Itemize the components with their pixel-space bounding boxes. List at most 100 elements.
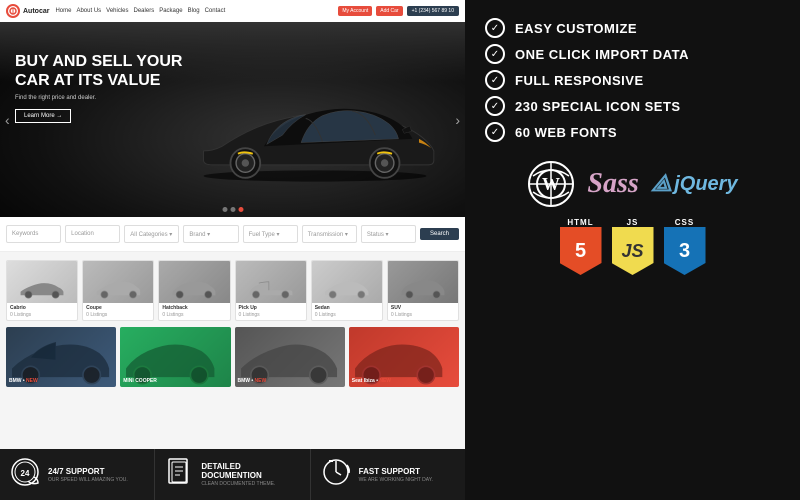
footer-support: 24 24/7 SUPPORT OUR SPEED WILL AMAZING Y… [0, 449, 155, 500]
css3-shield: 3 [664, 227, 706, 275]
fuel-field[interactable]: Fuel Type ▾ [243, 225, 298, 243]
hero-dot[interactable] [222, 207, 227, 212]
feature-label-3: 230 SPECIAL ICON SETS [515, 99, 681, 114]
hero-dot-active[interactable] [238, 207, 243, 212]
html5-badge: HTML 5 [560, 218, 602, 275]
nav-links: Home About Us Vehicles Dealers Package B… [55, 8, 225, 14]
css3-number: 3 [679, 240, 690, 263]
photo-mini[interactable]: MINI COOPER [120, 327, 230, 387]
car-count: 0 Listings [7, 312, 77, 320]
svg-text:24: 24 [21, 469, 30, 478]
html-label: HTML [567, 218, 593, 227]
sass-logo: Sass [587, 168, 638, 200]
tech-logos-row: W Sass ⟁ jQuery [527, 160, 737, 208]
support-24-icon: 24 [10, 457, 40, 492]
footer-title: 24/7 SUPPORT [48, 467, 128, 476]
car-card-cabrio[interactable]: Cabrio 0 Listings [6, 260, 78, 321]
car-card-image [7, 261, 77, 303]
car-count: 0 Listings [236, 312, 306, 320]
my-account-btn[interactable]: My Account [338, 6, 372, 16]
html5-number: 5 [575, 240, 586, 263]
car-name: Sedan [312, 303, 382, 312]
car-card-image [236, 261, 306, 303]
location-field[interactable]: Location [65, 225, 120, 243]
car-card-hatchback[interactable]: Hatchback 0 Listings [158, 260, 230, 321]
search-bar: Keywords Location All Categories ▾ Brand… [0, 217, 465, 252]
car-card-pickup[interactable]: Pick Up 0 Listings [235, 260, 307, 321]
hero-next-arrow[interactable]: › [455, 112, 460, 128]
status-field[interactable]: Status ▾ [361, 225, 416, 243]
feature-list: ✓ EASY CUSTOMIZE ✓ ONE CLICK IMPORT DATA… [485, 18, 780, 142]
js-symbol: JS [621, 241, 643, 262]
html5-shield: 5 [560, 227, 602, 275]
photo-seat[interactable]: Seat Ibiza • NEW [349, 327, 459, 387]
photo-label: BMW • NEW [9, 378, 38, 384]
car-name: SUV [388, 303, 458, 312]
feature-item-1: ✓ ONE CLICK IMPORT DATA [485, 44, 780, 64]
footer-docs: DETAILED DOCUMENTION CLEAN DOCUMENTED TH… [155, 449, 310, 500]
logo-text: Autocar [23, 8, 49, 15]
search-button[interactable]: Search [420, 228, 459, 240]
footer-title: DETAILED DOCUMENTION [201, 462, 299, 480]
footer-title: FAST SUPPORT [359, 467, 433, 476]
car-card-coupe[interactable]: Coupe 0 Listings [82, 260, 154, 321]
js-badge: JS JS [612, 218, 654, 275]
photo-bmw-1[interactable]: BMW • NEW [6, 327, 116, 387]
car-card-sedan[interactable]: Sedan 0 Listings [311, 260, 383, 321]
preview-hero: Buy And Sell Your Car At Its Value Find … [0, 22, 465, 217]
car-count: 0 Listings [312, 312, 382, 320]
footer-support-text: 24/7 SUPPORT OUR SPEED WILL AMAZING YOU. [48, 467, 128, 483]
feature-label-0: EASY CUSTOMIZE [515, 21, 637, 36]
car-card-suv[interactable]: SUV 0 Listings [387, 260, 459, 321]
feature-item-4: ✓ 60 WEB FONTS [485, 122, 780, 142]
check-icon-3: ✓ [485, 96, 505, 116]
car-name: Pick Up [236, 303, 306, 312]
jquery-logo: ⟁ jQuery [651, 170, 738, 198]
car-count: 0 Listings [159, 312, 229, 320]
footer-subtitle: OUR SPEED WILL AMAZING YOU. [48, 477, 128, 483]
hero-title: Buy And Sell Your Car At Its Value [15, 52, 182, 90]
check-icon-1: ✓ [485, 44, 505, 64]
category-field[interactable]: All Categories ▾ [124, 225, 179, 243]
preview-nav: Autocar Home About Us Vehicles Dealers P… [0, 0, 465, 22]
check-icon-0: ✓ [485, 18, 505, 38]
photo-label: BMW • NEW [238, 378, 267, 384]
js-shield: JS [612, 227, 654, 275]
footer-subtitle: WE ARE WORKING NIGHT DAY. [359, 477, 433, 483]
hero-car-image [185, 72, 445, 202]
footer-docs-text: DETAILED DOCUMENTION CLEAN DOCUMENTED TH… [201, 462, 299, 487]
hero-dot[interactable] [230, 207, 235, 212]
tech-badges: HTML 5 JS JS CSS 3 [560, 218, 706, 275]
js-label: JS [627, 218, 639, 227]
car-name: Cabrio [7, 303, 77, 312]
hero-prev-arrow[interactable]: ‹ [5, 112, 10, 128]
footer-subtitle: CLEAN DOCUMENTED THEME. [201, 481, 299, 487]
car-card-image [159, 261, 229, 303]
car-grid: Cabrio 0 Listings Coupe 0 Listings [0, 252, 465, 449]
feature-item-2: ✓ FULL RESPONSIVE [485, 70, 780, 90]
car-card-image [312, 261, 382, 303]
car-grid-row: Cabrio 0 Listings Coupe 0 Listings [6, 260, 459, 321]
car-count: 0 Listings [388, 312, 458, 320]
tech-section: W Sass ⟁ jQuery HTML 5 J [485, 160, 780, 275]
features-panel: ✓ EASY CUSTOMIZE ✓ ONE CLICK IMPORT DATA… [465, 0, 800, 500]
brand-field[interactable]: Brand ▾ [183, 225, 238, 243]
nav-right: My Account Add Car +1 (234) 567 89 10 [338, 6, 459, 16]
photo-bmw-2[interactable]: BMW • NEW [235, 327, 345, 387]
hero-text: Buy And Sell Your Car At Its Value Find … [15, 52, 182, 123]
photo-label: MINI COOPER [123, 378, 157, 384]
website-preview: Autocar Home About Us Vehicles Dealers P… [0, 0, 465, 500]
hero-cta[interactable]: Learn More → [15, 109, 71, 123]
preview-footer: 24 24/7 SUPPORT OUR SPEED WILL AMAZING Y… [0, 449, 465, 500]
feature-item-3: ✓ 230 SPECIAL ICON SETS [485, 96, 780, 116]
car-name: Coupe [83, 303, 153, 312]
car-card-image [83, 261, 153, 303]
feature-item-0: ✓ EASY CUSTOMIZE [485, 18, 780, 38]
photo-row: BMW • NEW MINI COOPER BMW • NEW [6, 327, 459, 387]
add-car-btn[interactable]: Add Car [376, 6, 402, 16]
car-count: 0 Listings [83, 312, 153, 320]
check-icon-2: ✓ [485, 70, 505, 90]
transmission-field[interactable]: Transmission ▾ [302, 225, 357, 243]
keywords-field[interactable]: Keywords [6, 225, 61, 243]
fast-support-icon [321, 457, 351, 492]
